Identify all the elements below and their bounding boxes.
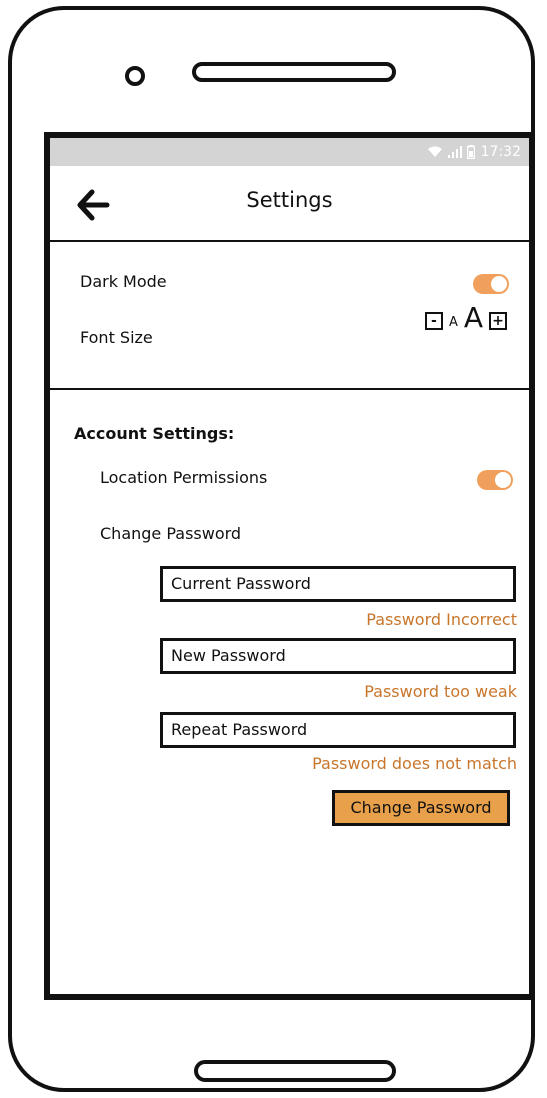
dark-mode-toggle[interactable] <box>473 274 509 294</box>
font-large-sample: A <box>463 301 483 334</box>
battery-icon <box>466 145 475 159</box>
speaker-grille <box>192 62 396 82</box>
font-size-label: Font Size <box>80 328 153 347</box>
dark-mode-label: Dark Mode <box>80 272 167 291</box>
account-settings-header: Account Settings: <box>74 424 235 443</box>
repeat-password-error: Password does not match <box>312 754 517 773</box>
display-settings-section: Dark Mode Font Size - A A + <box>50 242 529 390</box>
home-button[interactable] <box>194 1060 396 1082</box>
location-permissions-toggle[interactable] <box>477 470 513 490</box>
phone-frame: 17:32 Settings Dark Mode Font Size - A A… <box>8 6 535 1092</box>
status-bar: 17:32 <box>50 138 529 166</box>
status-icons <box>427 145 475 159</box>
page-title: Settings <box>246 188 333 212</box>
font-size-controls: - A A + <box>424 301 507 334</box>
location-permissions-label: Location Permissions <box>100 468 268 487</box>
font-increase-button[interactable]: + <box>489 312 507 330</box>
change-password-button[interactable]: Change Password <box>332 790 510 826</box>
change-password-label: Change Password <box>100 524 242 543</box>
current-password-field[interactable]: Current Password <box>160 566 516 602</box>
repeat-password-field[interactable]: Repeat Password <box>160 712 516 748</box>
wifi-icon <box>427 146 442 157</box>
new-password-error: Password too weak <box>364 682 517 701</box>
new-password-field[interactable]: New Password <box>160 638 516 674</box>
camera-icon <box>125 66 145 86</box>
current-password-error: Password Incorrect <box>366 610 517 629</box>
phone-screen: 17:32 Settings Dark Mode Font Size - A A… <box>44 132 535 1000</box>
font-decrease-button[interactable]: - <box>424 312 443 330</box>
top-app-bar: Settings <box>50 166 529 242</box>
status-time: 17:32 <box>480 144 521 160</box>
signal-icon <box>447 146 462 158</box>
font-small-sample: A <box>448 315 458 330</box>
